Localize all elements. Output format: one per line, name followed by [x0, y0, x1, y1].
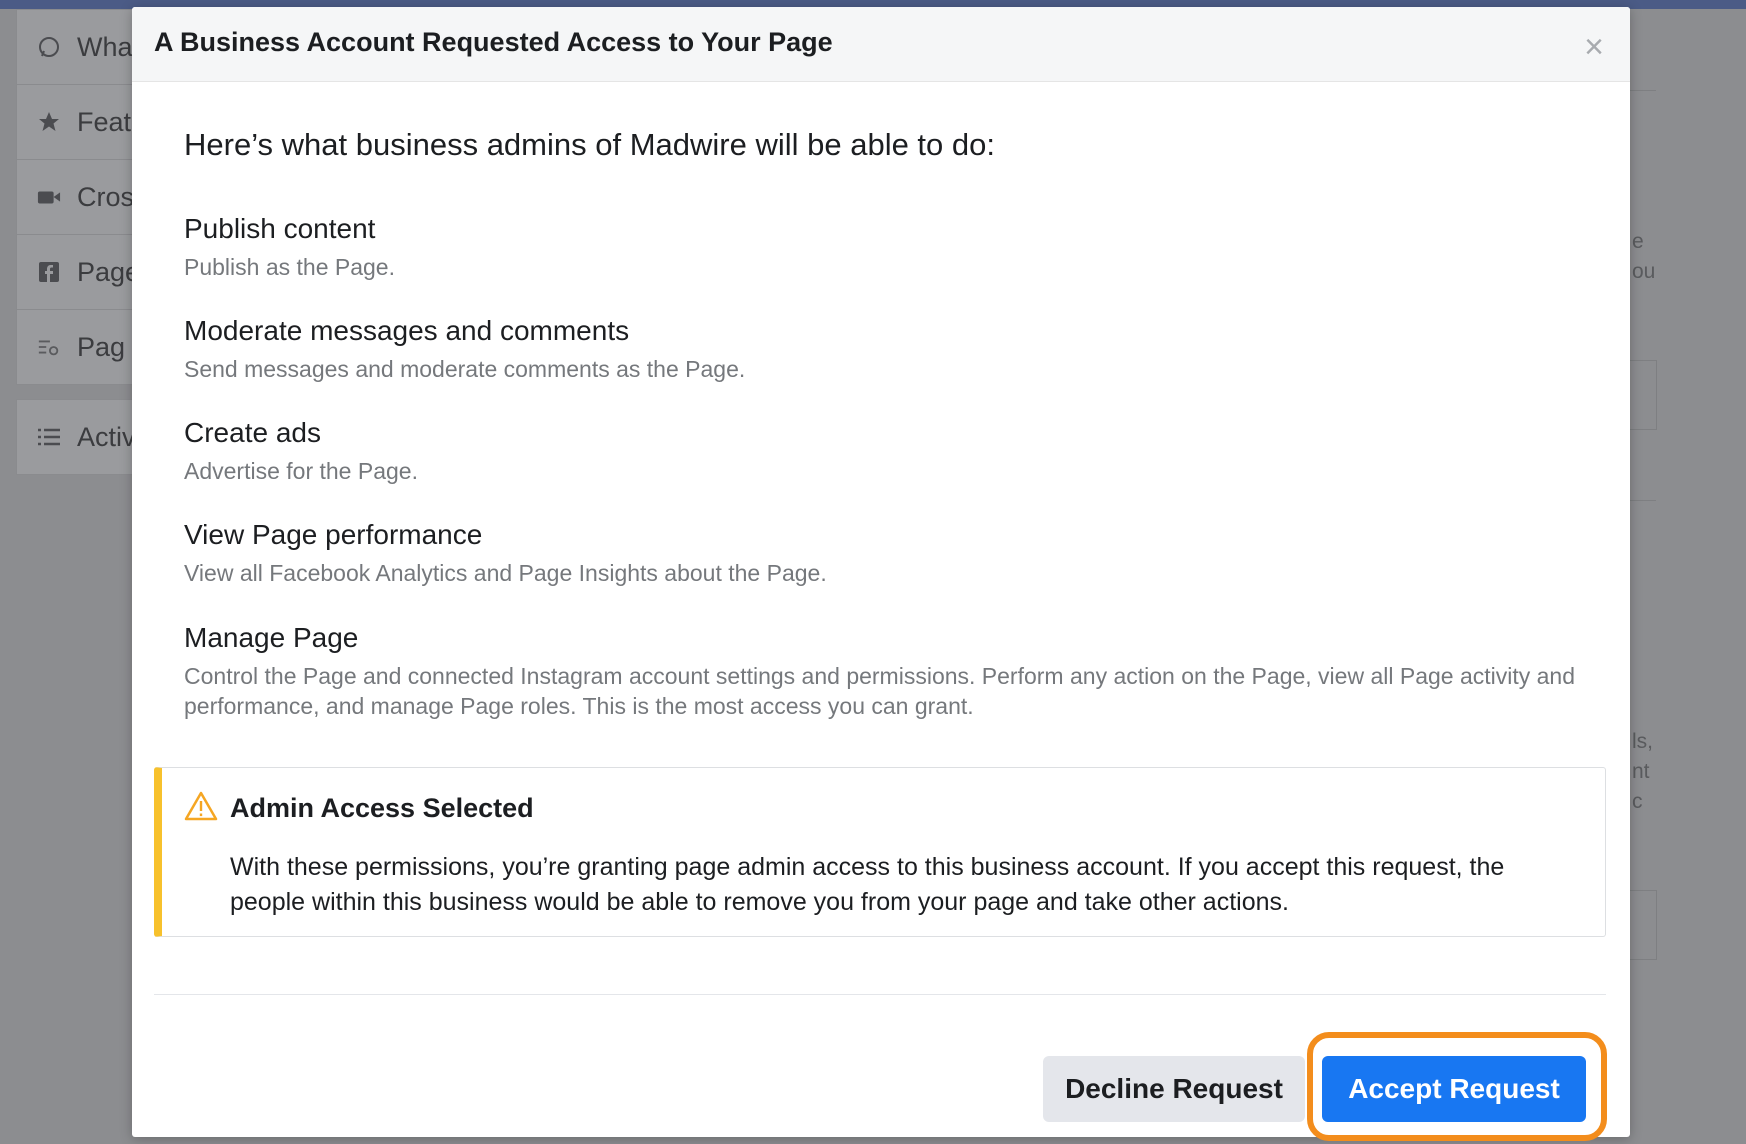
- permission-item: View Page performance View all Facebook …: [184, 518, 1584, 588]
- text-fragment: ls,: [1632, 730, 1653, 753]
- admin-access-warning: Admin Access Selected With these permiss…: [154, 767, 1606, 937]
- permission-item: Create ads Advertise for the Page.: [184, 416, 1584, 486]
- sidebar-item-label: Cros: [77, 181, 135, 212]
- permission-item: Publish content Publish as the Page.: [184, 212, 1584, 282]
- text-fragment: nt: [1632, 760, 1650, 783]
- permission-title: Manage Page: [184, 622, 359, 653]
- permission-description: Advertise for the Page.: [184, 458, 418, 484]
- footer-divider: [154, 994, 1606, 995]
- warning-body: With these permissions, you’re granting …: [230, 853, 1505, 916]
- video-camera-icon: [37, 185, 61, 209]
- list-icon: [37, 425, 61, 449]
- close-icon[interactable]: ×: [1576, 29, 1612, 65]
- permission-title: Moderate messages and comments: [184, 315, 630, 346]
- permission-title: Publish content: [184, 213, 376, 244]
- permission-description: Send messages and moderate comments as t…: [184, 356, 746, 382]
- dialog-title: A Business Account Requested Access to Y…: [154, 27, 833, 57]
- whatsapp-icon: [37, 35, 61, 59]
- permission-description: Control the Page and connected Instagram…: [184, 663, 1576, 719]
- permission-description: View all Facebook Analytics and Page Ins…: [184, 560, 827, 586]
- input-box: [1630, 890, 1657, 960]
- page-settings-icon: [37, 335, 61, 359]
- warning-triangle-icon: [184, 790, 218, 822]
- text-fragment: ou: [1632, 260, 1656, 283]
- warning-title: Admin Access Selected: [230, 793, 534, 823]
- sidebar-item-label: Wha: [77, 31, 133, 62]
- permission-item: Manage Page Control the Page and connect…: [184, 621, 1584, 721]
- permission-item: Moderate messages and comments Send mess…: [184, 314, 1584, 384]
- divider: [1630, 90, 1656, 91]
- accept-request-button[interactable]: Accept Request: [1322, 1056, 1586, 1122]
- permission-title: View Page performance: [184, 519, 483, 550]
- sidebar-item-label: Feat: [77, 106, 132, 137]
- sidebar-item-label: Pag: [77, 331, 126, 362]
- divider: [1630, 500, 1656, 501]
- access-request-dialog: A Business Account Requested Access to Y…: [132, 7, 1630, 1141]
- text-fragment: c: [1632, 790, 1643, 813]
- permission-title: Create ads: [184, 417, 321, 448]
- dialog-header: A Business Account Requested Access to Y…: [132, 7, 1630, 82]
- permissions-intro: Here’s what business admins of Madwire w…: [184, 127, 995, 162]
- text-fragment: e: [1632, 230, 1644, 253]
- decline-request-button[interactable]: Decline Request: [1043, 1056, 1305, 1122]
- sidebar-item-label: Activ: [77, 421, 136, 452]
- sidebar-item-label: Page: [77, 256, 141, 287]
- input-box: [1630, 360, 1657, 430]
- permission-description: Publish as the Page.: [184, 254, 395, 280]
- star-icon: [37, 110, 61, 134]
- facebook-page-icon: [37, 260, 61, 284]
- background-content-edge: e ou ls, nt c: [1630, 90, 1746, 1050]
